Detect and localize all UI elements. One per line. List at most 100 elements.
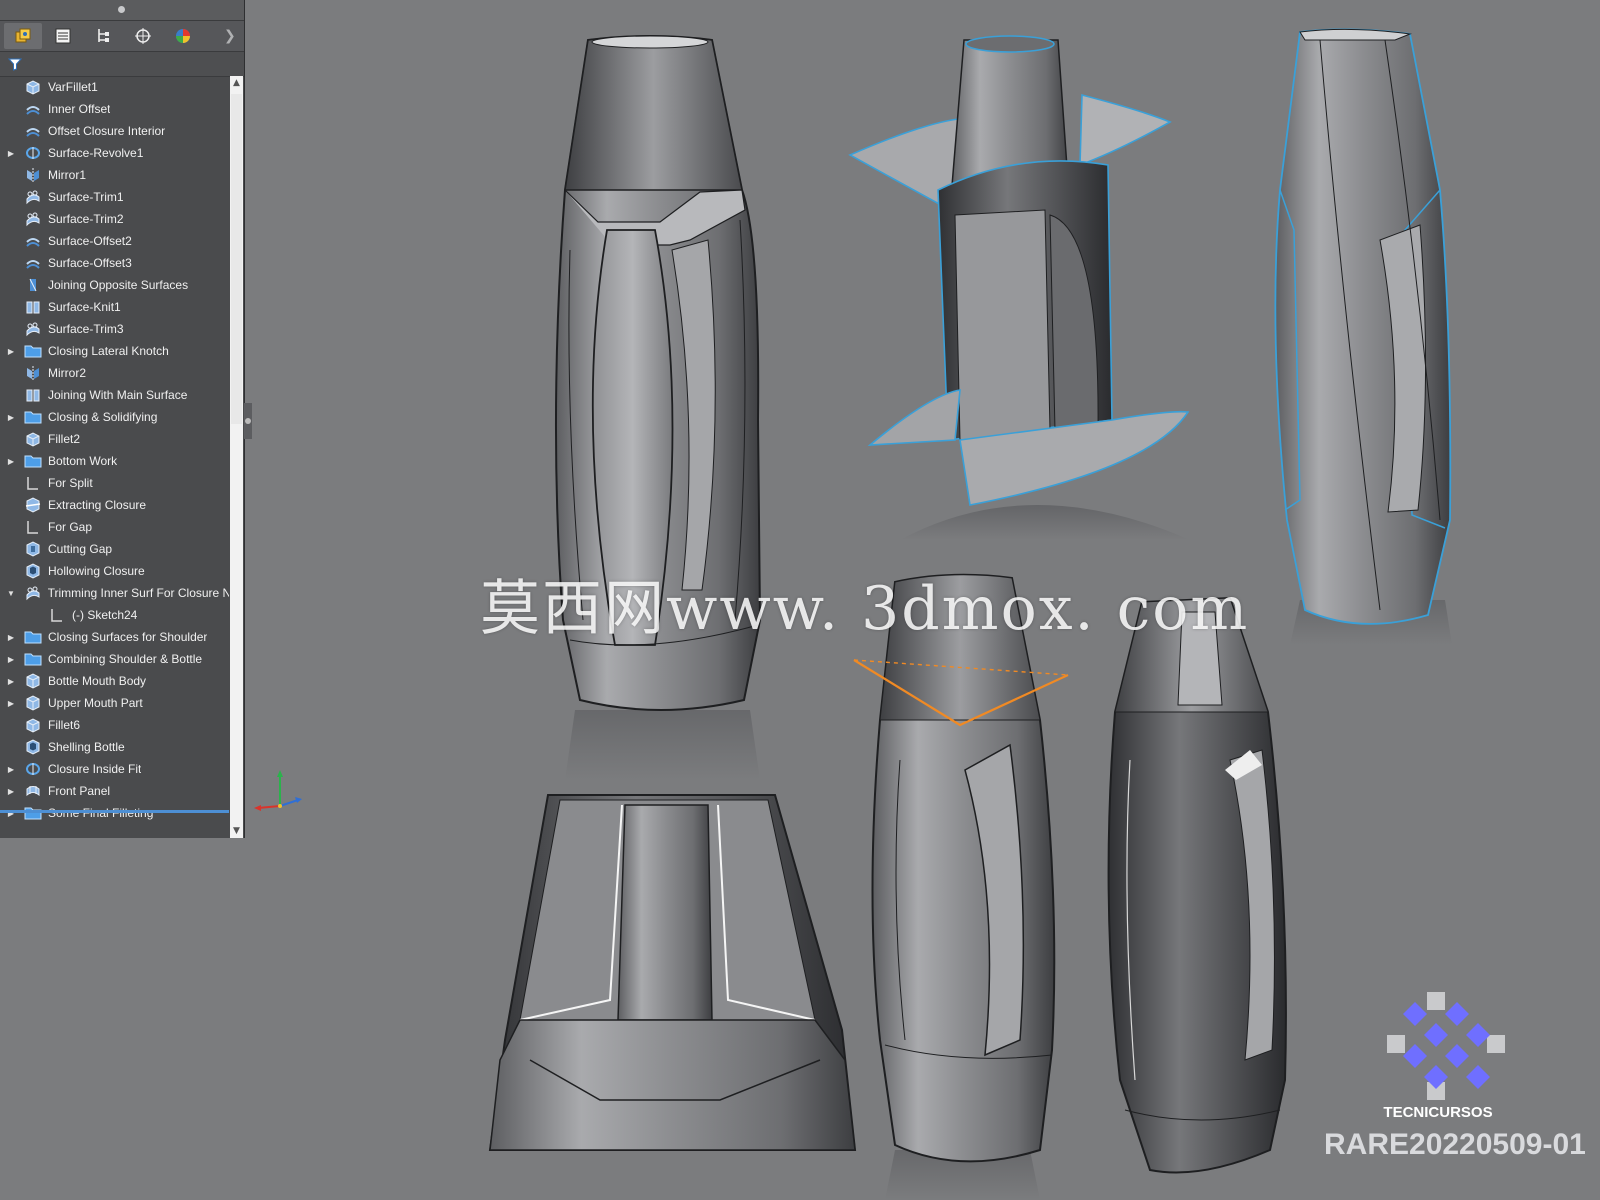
tree-item-label: Surface-Revolve1 xyxy=(48,146,144,160)
tree-item[interactable]: Surface-Trim1 xyxy=(0,186,229,208)
tab-feature-manager[interactable] xyxy=(4,23,42,49)
panel-splitter-handle[interactable] xyxy=(244,403,252,439)
grip-dot xyxy=(118,6,125,13)
expand-right-arrow-icon[interactable]: ▶ xyxy=(4,787,18,796)
tree-item[interactable]: Mirror2 xyxy=(0,362,229,384)
tree-item[interactable]: Extracting Closure xyxy=(0,494,229,516)
tab-dimxpert-manager[interactable] xyxy=(124,23,162,49)
tab-display-manager[interactable] xyxy=(164,23,202,49)
tree-item[interactable]: ▶ Closure Inside Fit xyxy=(0,758,229,780)
tree-item[interactable]: Mirror1 xyxy=(0,164,229,186)
tree-item[interactable]: ▶ Some Final Filleting xyxy=(0,802,229,824)
tab-property-manager[interactable] xyxy=(44,23,82,49)
tree-item-label: Fillet6 xyxy=(48,718,81,732)
tree-item-label: Closing Surfaces for Shoulder xyxy=(48,630,208,644)
tree-item[interactable]: Joining With Main Surface xyxy=(0,384,229,406)
brand-name: TECNICURSOS xyxy=(1383,1104,1493,1121)
tree-item-label: Some Final Filleting xyxy=(48,806,154,820)
panel-grip[interactable] xyxy=(0,0,244,21)
tree-item[interactable]: Inner Offset xyxy=(0,98,229,120)
fillet-icon xyxy=(24,717,42,733)
tree-item[interactable]: Surface-Trim3 xyxy=(0,318,229,340)
folder-icon xyxy=(24,629,42,645)
tree-item[interactable]: ▶ Closing Lateral Knotch xyxy=(0,340,229,362)
tree-item[interactable]: Fillet2 xyxy=(0,428,229,450)
tree-item-label: Extracting Closure xyxy=(48,498,147,512)
fillet-icon xyxy=(24,79,42,95)
tree-item[interactable]: ▶ Bottom Work xyxy=(0,450,229,472)
filter-icon[interactable] xyxy=(8,57,22,71)
extrude-icon xyxy=(24,695,42,711)
tree-item[interactable]: For Split xyxy=(0,472,229,494)
tree-item[interactable]: Hollowing Closure xyxy=(0,560,229,582)
scroll-thumb[interactable] xyxy=(231,94,242,424)
tree-item[interactable]: Surface-Trim2 xyxy=(0,208,229,230)
watermark-text: 莫西网www. 3dmox. com xyxy=(480,574,1250,644)
tree-item[interactable]: Fillet6 xyxy=(0,714,229,736)
tree-item[interactable]: VarFillet1 xyxy=(0,76,229,98)
tree-item-label: Fillet2 xyxy=(48,432,81,446)
tree-item[interactable]: Surface-Knit1 xyxy=(0,296,229,318)
tree-item[interactable]: ▶ Closing & Solidifying xyxy=(0,406,229,428)
tree-item[interactable]: Cutting Gap xyxy=(0,538,229,560)
tree-item[interactable]: Offset Closure Interior xyxy=(0,120,229,142)
offset-surface-icon xyxy=(24,233,42,249)
shoulder-closeup-view xyxy=(488,794,857,1151)
tree-item[interactable]: Surface-Offset2 xyxy=(0,230,229,252)
tree-item[interactable]: ▶ Surface-Revolve1 xyxy=(0,142,229,164)
tecnicursos-logo-icon xyxy=(1387,992,1505,1100)
scroll-down-arrow-icon[interactable]: ▼ xyxy=(230,824,243,838)
tree-item[interactable]: For Gap xyxy=(0,516,229,538)
tree-item-label: Offset Closure Interior xyxy=(48,124,166,138)
tree-item-label: Closing & Solidifying xyxy=(48,410,158,424)
tree-item-label: Bottom Work xyxy=(48,454,118,468)
tree-scrollbar[interactable]: ▲ ▼ xyxy=(230,76,243,838)
bottle-model-side-view xyxy=(1274,28,1452,645)
folder-icon xyxy=(24,409,42,425)
tree-item[interactable]: ▶ Combining Shoulder & Bottle xyxy=(0,648,229,670)
display-manager-icon xyxy=(176,29,190,43)
tree-item-label: Surface-Offset2 xyxy=(48,234,132,248)
expand-right-arrow-icon[interactable]: ▶ xyxy=(4,655,18,664)
mirror-icon xyxy=(24,167,42,183)
shell-icon xyxy=(24,563,42,579)
tree-item[interactable]: ▼ Trimming Inner Surf For Closure N xyxy=(0,582,229,604)
chevron-right-icon[interactable]: ❯ xyxy=(224,28,238,44)
view-triad-icon xyxy=(254,770,302,811)
offset-surface-icon xyxy=(24,255,42,271)
rollback-bar[interactable] xyxy=(0,810,229,813)
scroll-up-arrow-icon[interactable]: ▲ xyxy=(230,76,243,90)
tree-item[interactable]: ▶ Closing Surfaces for Shoulder xyxy=(0,626,229,648)
tree-item[interactable]: Shelling Bottle xyxy=(0,736,229,758)
tree-item-label: Shelling Bottle xyxy=(48,740,125,754)
sketch-icon xyxy=(24,519,42,535)
expand-right-arrow-icon[interactable]: ▶ xyxy=(4,457,18,466)
tree-item-label: Mirror2 xyxy=(48,366,86,380)
tree-item[interactable]: Surface-Offset3 xyxy=(0,252,229,274)
tab-configuration-manager[interactable] xyxy=(84,23,122,49)
course-code: RARE20220509-01 xyxy=(1324,1128,1586,1161)
tree-item[interactable]: ▶ Front Panel xyxy=(0,780,229,802)
splitter-dot xyxy=(245,418,251,424)
expand-right-arrow-icon[interactable]: ▶ xyxy=(4,413,18,422)
tree-item[interactable]: ▶ Bottle Mouth Body xyxy=(0,670,229,692)
expand-down-arrow-icon[interactable]: ▼ xyxy=(4,589,18,598)
expand-right-arrow-icon[interactable]: ▶ xyxy=(4,347,18,356)
expand-right-arrow-icon[interactable]: ▶ xyxy=(4,677,18,686)
tree-item[interactable]: (-) Sketch24 xyxy=(0,604,229,626)
tree-item-label: Trimming Inner Surf For Closure N xyxy=(47,586,229,600)
tree-item-label: For Split xyxy=(48,476,93,490)
tree-item-label: For Gap xyxy=(48,520,93,534)
tree-item[interactable]: Joining Opposite Surfaces xyxy=(0,274,229,296)
mirror-icon xyxy=(24,365,42,381)
tree-item-label: Combining Shoulder & Bottle xyxy=(48,652,203,666)
tree-item-label: Surface-Trim3 xyxy=(48,322,124,336)
expand-right-arrow-icon[interactable]: ▶ xyxy=(4,149,18,158)
expand-right-arrow-icon[interactable]: ▶ xyxy=(4,765,18,774)
tree-item-label: Surface-Trim2 xyxy=(48,212,124,226)
fillet-icon xyxy=(24,431,42,447)
expand-right-arrow-icon[interactable]: ▶ xyxy=(4,633,18,642)
tree-item[interactable]: ▶ Upper Mouth Part xyxy=(0,692,229,714)
expand-right-arrow-icon[interactable]: ▶ xyxy=(4,699,18,708)
revolve-surface-icon xyxy=(24,145,42,161)
